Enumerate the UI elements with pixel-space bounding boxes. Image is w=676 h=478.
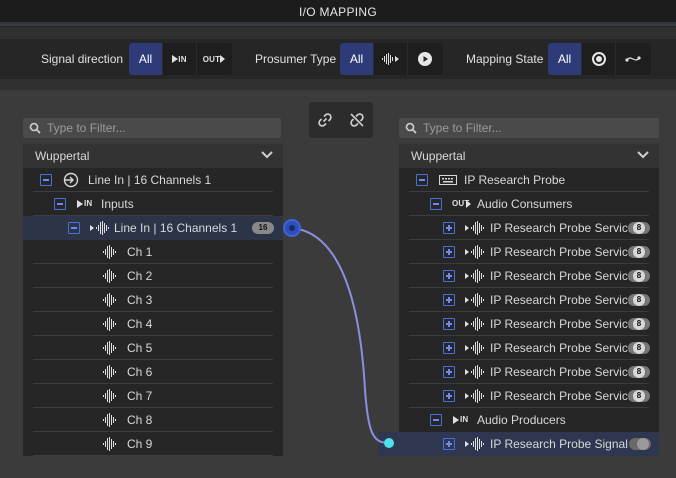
connection-line[interactable] (297, 228, 389, 444)
io-mapping-window: I/O MAPPING Signal direction All IN OUT … (0, 0, 676, 478)
source-endpoint-handle[interactable] (283, 219, 301, 237)
connection-overlay (297, 228, 389, 444)
target-endpoint-handle[interactable] (384, 438, 394, 448)
